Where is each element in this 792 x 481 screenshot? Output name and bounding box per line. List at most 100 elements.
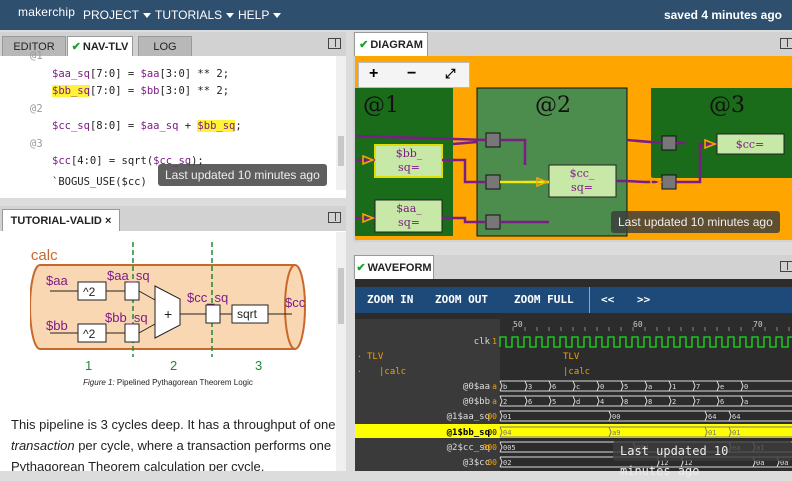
- stage-1-label: @1: [363, 93, 399, 118]
- signal-value: 000: [483, 443, 498, 452]
- figure-aa-sq-label: $aa_sq: [107, 268, 150, 283]
- code-token: [7:0] =: [89, 68, 141, 80]
- tab-tutorial-valid[interactable]: TUTORIAL-VALID ×: [2, 209, 120, 231]
- check-icon: ✔: [359, 39, 369, 51]
- bus-value: a9: [612, 429, 620, 437]
- bus-value: 0: [744, 383, 748, 391]
- scroll-right-button[interactable]: >>: [637, 287, 650, 313]
- diagram-canvas[interactable]: + − ⤢ @1 @2 @3 $bb_ sq= $aa_ sq= $cc_ sq…: [355, 56, 792, 240]
- bus-value: 7: [696, 383, 700, 391]
- code-token: $cc: [52, 155, 71, 167]
- menu-tutorials-label: TUTORIALS: [155, 8, 223, 22]
- bus-value: d: [576, 398, 580, 406]
- signal-value: 00: [487, 458, 497, 467]
- tab-diagram[interactable]: ✔ DIAGRAM: [354, 32, 428, 56]
- figure-bb-label: $bb: [46, 318, 68, 333]
- tab-diagram-label: DIAGRAM: [370, 39, 423, 51]
- signal-name[interactable]: TLV: [367, 352, 384, 362]
- top-bar: makerchip PROJECT TUTORIALS HELP saved 4…: [0, 0, 792, 30]
- code-token: $aa: [140, 68, 160, 80]
- zoom-out-button[interactable]: ZOOM OUT: [435, 287, 488, 313]
- waveform-tabbar: ✔ WAVEFORM: [353, 255, 792, 279]
- maximize-icon[interactable]: [780, 38, 792, 49]
- signal-name[interactable]: @1$bb_sq: [447, 428, 490, 438]
- signal-name[interactable]: @0$bb: [463, 397, 490, 407]
- tlv-scope: TLV: [563, 352, 580, 362]
- scroll-left-button[interactable]: <<: [601, 287, 614, 313]
- bus-value: a: [648, 383, 652, 391]
- time-tick: 60: [633, 320, 643, 329]
- stage-2-label: 2: [170, 358, 177, 372]
- signal-name[interactable]: @0$aa: [463, 382, 490, 392]
- zoom-in-button[interactable]: ZOOM IN: [367, 287, 413, 313]
- tab-tutorial-label: TUTORIAL-VALID: [10, 215, 102, 227]
- code-token: [3:0] ** 2;: [159, 68, 230, 80]
- bus-segment: [499, 410, 609, 422]
- stage-1-label: 1: [85, 358, 92, 372]
- tab-log[interactable]: LOG: [138, 36, 192, 56]
- menu-project[interactable]: PROJECT: [83, 8, 152, 22]
- close-icon[interactable]: ×: [105, 215, 111, 227]
- expand-icon[interactable]: ·: [357, 352, 362, 361]
- figure-plus-label: +: [164, 306, 172, 322]
- signal-value: a: [492, 397, 497, 406]
- signal-name[interactable]: @1$aa_sq: [447, 412, 490, 422]
- menu-tutorials[interactable]: TUTORIALS: [155, 8, 235, 22]
- code-token: $aa_sq: [52, 68, 90, 80]
- code-token: [4:0] = sqrt(: [70, 155, 154, 167]
- time-tick: 50: [513, 320, 523, 329]
- tab-waveform[interactable]: ✔ WAVEFORM: [354, 255, 434, 279]
- chevron-down-icon: [226, 13, 235, 19]
- calc-scope: |calc: [563, 367, 590, 377]
- bus-value: 6: [528, 398, 532, 406]
- figure-calc-label: |calc: [30, 247, 58, 264]
- selected-row[interactable]: [355, 424, 792, 438]
- tutorial-line-2: transaction per cycle, where a transacti…: [11, 435, 336, 456]
- code-token: [7:0] =: [89, 85, 141, 97]
- makerchip-logo[interactable]: makerchip: [18, 5, 75, 19]
- tab-nav-tlv-label: NAV-TLV: [82, 41, 129, 53]
- stage-marker: @3: [30, 138, 43, 150]
- editor-scrollbar[interactable]: [336, 56, 346, 190]
- signal-value: 1: [492, 337, 497, 346]
- bus-value: 6: [720, 398, 724, 406]
- menu-help[interactable]: HELP: [238, 8, 282, 22]
- signal-value: a: [492, 382, 497, 391]
- chevron-down-icon: [273, 13, 282, 19]
- figure-bb-sq-label: $bb_sq: [105, 310, 148, 325]
- zoom-full-button[interactable]: ZOOM FULL: [514, 287, 574, 313]
- bb-sq-value: sq=: [398, 161, 420, 174]
- bus-value: 8: [648, 398, 652, 406]
- bus-value: 1: [672, 383, 676, 391]
- clk-trace: [499, 336, 792, 348]
- bus-value: 7: [696, 398, 700, 406]
- editor-toast: Last updated 10 minutes ago: [158, 164, 327, 186]
- editor-tabbar: EDITOR ✔ NAV-TLV LOG: [0, 32, 346, 56]
- tutorial-scrollbar[interactable]: [336, 232, 346, 471]
- figure-cc-label: $cc: [285, 295, 306, 310]
- maximize-icon[interactable]: [328, 212, 341, 223]
- saved-status: saved 4 minutes ago: [663, 8, 782, 22]
- bus-value: 3: [528, 383, 532, 391]
- maximize-icon[interactable]: [328, 38, 341, 49]
- bus-segment: [740, 395, 792, 407]
- maximize-icon[interactable]: [780, 261, 792, 272]
- expand-icon[interactable]: ·: [357, 367, 362, 376]
- editor-pane: EDITOR ✔ NAV-TLV LOG @1 $aa_sq[7:0] = $aa[…: [0, 32, 346, 198]
- bus-value: 2: [503, 398, 507, 406]
- tab-nav-tlv[interactable]: ✔ NAV-TLV: [67, 36, 133, 56]
- waveform-toast: Last updated 10 minutes ago: [613, 441, 792, 478]
- pipeline-figure: |calc $aa $bb $aa_sq $bb_sq $cc_sq $cc ^…: [30, 242, 306, 372]
- bb-sq-label: $bb_: [396, 147, 423, 160]
- bus-value: 5: [552, 398, 556, 406]
- signal-name[interactable]: @3$cc: [463, 458, 490, 468]
- signal-name[interactable]: clk: [474, 337, 491, 347]
- signal-name[interactable]: |calc: [379, 367, 406, 377]
- bus-value: 01: [732, 429, 740, 437]
- waveform-toolbar: ZOOM IN ZOOM OUT ZOOM FULL << >>: [355, 287, 792, 313]
- code-token: $bb_sq: [52, 85, 90, 97]
- waveform-viewer: ZOOM IN ZOOM OUT ZOOM FULL << >> 50 60 70 c…: [355, 279, 792, 478]
- bus-value: e: [720, 383, 724, 391]
- code-token: `BOGUS_USE($cc): [52, 176, 147, 188]
- bus-value: 005: [503, 444, 516, 452]
